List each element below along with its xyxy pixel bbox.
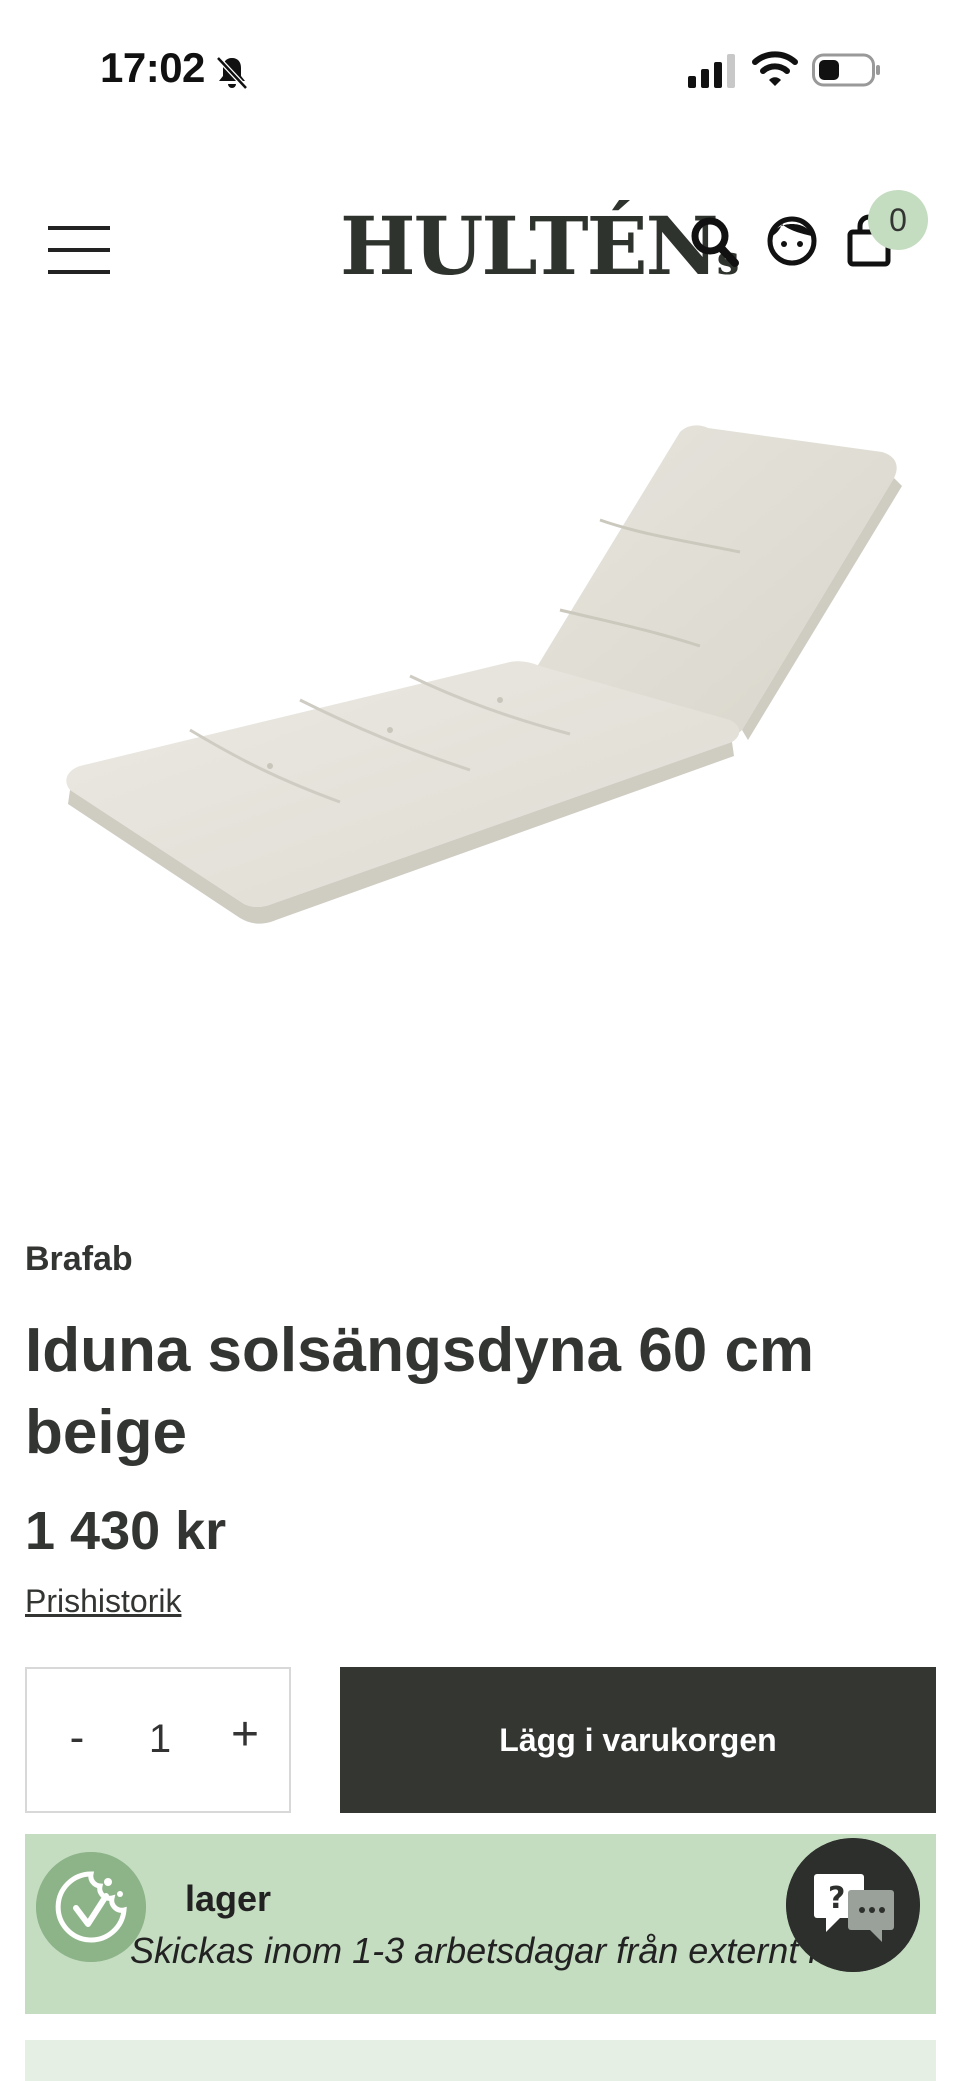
menu-icon[interactable] <box>48 224 110 276</box>
product-title: Iduna solsängsdyna 60 cm beige <box>25 1316 815 1467</box>
battery-icon <box>812 53 880 87</box>
product-image[interactable] <box>40 400 920 1000</box>
cookie-icon[interactable] <box>36 1852 146 1962</box>
wifi-icon <box>752 51 798 86</box>
status-time: 17:02 <box>100 44 205 91</box>
product-price: 1 430 kr <box>25 1501 227 1561</box>
status-bar: 17:02 <box>0 0 960 130</box>
quantity-increase-button[interactable]: + <box>223 1707 267 1762</box>
site-header: HULTÉNs 0 <box>0 180 960 320</box>
svg-text:?: ? <box>828 1881 845 1916</box>
stock-delivery-text: Skickas inom 1-3 arbetsdagar från extern… <box>130 1930 817 1971</box>
product-brand[interactable]: Brafab <box>25 1240 133 1279</box>
search-icon[interactable] <box>690 216 740 268</box>
account-icon[interactable] <box>766 212 818 268</box>
quantity-decrease-button[interactable]: - <box>57 1713 97 1763</box>
stock-status-title: lager <box>185 1878 272 1919</box>
site-logo[interactable]: HULTÉNs <box>340 196 739 296</box>
chat-icon[interactable]: ? <box>786 1838 920 1972</box>
add-to-cart-button[interactable]: Lägg i varukorgen <box>340 1667 936 1813</box>
logo-text: HULTÉN <box>340 199 719 293</box>
quantity-value[interactable]: 1 <box>135 1717 185 1762</box>
cart-count-badge[interactable]: 0 <box>868 190 928 250</box>
info-panel <box>25 2040 936 2081</box>
quantity-stepper: - 1 + <box>25 1667 291 1813</box>
price-history-link[interactable]: Prishistorik <box>25 1583 181 1620</box>
signal-icon <box>688 54 735 88</box>
bell-slash-icon <box>216 56 248 90</box>
